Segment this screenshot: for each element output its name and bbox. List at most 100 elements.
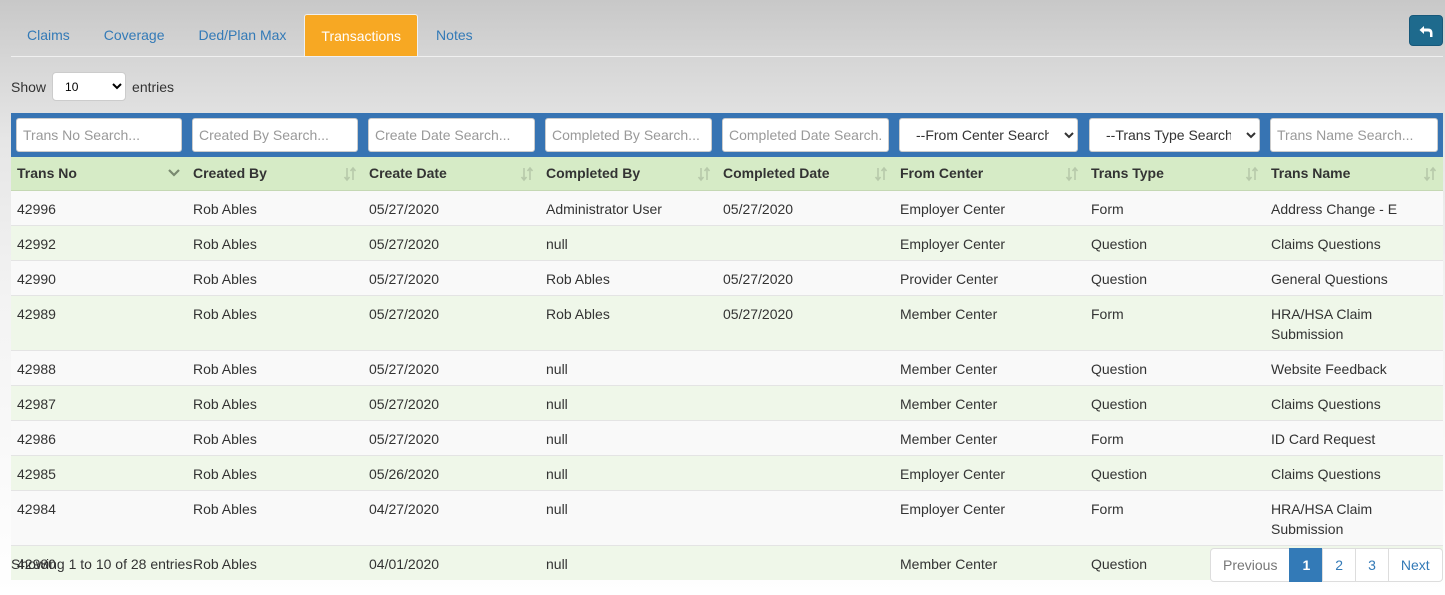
completed-by-cell: null: [540, 489, 717, 545]
sort-both-icon: [343, 166, 357, 182]
table-row[interactable]: 42988 Rob Ables 05/27/2020 null Member Cente…: [11, 349, 1443, 385]
create-date-search-input[interactable]: [368, 118, 535, 152]
column-header-completed-by[interactable]: Completed By: [540, 157, 717, 191]
trans-name-cell: Claims Questions: [1265, 454, 1443, 490]
pagination-next-button[interactable]: Next: [1387, 548, 1443, 582]
trans-name-cell: Address Change - E: [1265, 189, 1443, 225]
column-header-label: From Center: [900, 165, 984, 182]
created-by-cell: Rob Ables: [187, 294, 363, 350]
from-center-cell: Employer Center: [894, 454, 1085, 490]
transactions-table: Trans No Created By Create Date Complete…: [11, 157, 1443, 580]
column-header-created-by[interactable]: Created By: [187, 157, 363, 191]
sort-both-icon: [1245, 166, 1259, 182]
back-button[interactable]: [1409, 15, 1443, 46]
trans-no-cell: 42990: [11, 259, 187, 295]
column-filter-bar: --From Center Search-- --Trans Type Sear…: [11, 113, 1443, 157]
trans-type-cell: Question: [1085, 454, 1265, 490]
trans-no-cell: 42992: [11, 224, 187, 260]
created-by-search-input[interactable]: [192, 118, 358, 152]
column-header-from-center[interactable]: From Center: [894, 157, 1085, 191]
completed-by-cell: Administrator User: [540, 189, 717, 225]
trans-type-cell: Question: [1085, 349, 1265, 385]
from-center-search-select[interactable]: --From Center Search--: [899, 118, 1078, 152]
created-by-cell: Rob Ables: [187, 454, 363, 490]
tab-notes[interactable]: Notes: [420, 14, 489, 56]
length-control: Show 10 entries: [11, 72, 174, 101]
created-by-cell: Rob Ables: [187, 384, 363, 420]
column-header-label: Trans Name: [1271, 165, 1351, 182]
trans-no-cell: 42996: [11, 189, 187, 225]
table-row[interactable]: 42985 Rob Ables 05/26/2020 null Employer Cen…: [11, 454, 1443, 490]
completed-by-cell: null: [540, 544, 717, 580]
sort-both-icon: [697, 166, 711, 182]
table-header-row: Trans No Created By Create Date Complete…: [11, 157, 1443, 191]
column-header-trans-name[interactable]: Trans Name: [1265, 157, 1443, 191]
completed-date-cell: 05/27/2020: [717, 294, 894, 350]
trans-name-search-input[interactable]: [1270, 118, 1438, 152]
trans-name-cell: HRA/HSA Claim Submission: [1265, 294, 1443, 350]
sort-both-icon: [874, 166, 888, 182]
table-row[interactable]: 42984 Rob Ables 04/27/2020 null Employer Cen…: [11, 489, 1443, 545]
create-date-cell: 05/27/2020: [363, 259, 540, 295]
pagination-page-3[interactable]: 3: [1355, 548, 1389, 582]
create-date-cell: 05/27/2020: [363, 384, 540, 420]
tab-claims[interactable]: Claims: [11, 14, 86, 56]
trans-type-cell: Form: [1085, 189, 1265, 225]
completed-by-cell: null: [540, 384, 717, 420]
column-header-label: Create Date: [369, 165, 447, 182]
sort-both-icon: [1065, 166, 1079, 182]
created-by-cell: Rob Ables: [187, 259, 363, 295]
from-center-cell: Member Center: [894, 419, 1085, 455]
trans-type-cell: Question: [1085, 224, 1265, 260]
created-by-cell: Rob Ables: [187, 224, 363, 260]
length-label-entries: entries: [132, 78, 175, 95]
entries-per-page-select[interactable]: 10: [52, 72, 127, 101]
table-row[interactable]: 42996 Rob Ables 05/27/2020 Administrator Us…: [11, 189, 1443, 225]
table-row[interactable]: 42990 Rob Ables 05/27/2020 Rob Ables 05/27/2…: [11, 259, 1443, 295]
trans-type-search-select[interactable]: --Trans Type Search--: [1089, 118, 1260, 152]
from-center-cell: Employer Center: [894, 224, 1085, 260]
table-row[interactable]: 42989 Rob Ables 05/27/2020 Rob Ables 05/27/2…: [11, 294, 1443, 350]
pagination: Previous 1 2 3 Next: [1210, 548, 1443, 582]
column-header-completed-date[interactable]: Completed Date: [717, 157, 894, 191]
create-date-cell: 05/27/2020: [363, 224, 540, 260]
column-header-label: Trans No: [17, 165, 77, 182]
column-header-label: Completed Date: [723, 165, 830, 182]
tab-coverage[interactable]: Coverage: [88, 14, 181, 56]
trans-type-cell: Form: [1085, 419, 1265, 455]
created-by-cell: Rob Ables: [187, 419, 363, 455]
pagination-page-2[interactable]: 2: [1322, 548, 1357, 582]
completed-by-cell: null: [540, 454, 717, 490]
column-header-trans-type[interactable]: Trans Type: [1085, 157, 1265, 191]
from-center-cell: Provider Center: [894, 259, 1085, 295]
trans-no-search-input[interactable]: [16, 118, 182, 152]
sort-both-icon: [520, 166, 534, 182]
table-row[interactable]: 42987 Rob Ables 05/27/2020 null Member Cente…: [11, 384, 1443, 420]
table-row[interactable]: 42992 Rob Ables 05/27/2020 null Employer Cen…: [11, 224, 1443, 260]
sort-descending-icon: [168, 169, 180, 177]
completed-date-cell: [717, 224, 894, 260]
column-header-create-date[interactable]: Create Date: [363, 157, 540, 191]
created-by-cell: Rob Ables: [187, 189, 363, 225]
pagination-previous-button[interactable]: Previous: [1210, 548, 1291, 582]
length-label-show: Show: [11, 78, 47, 95]
create-date-cell: 04/01/2020: [363, 544, 540, 580]
transactions-table-container: Trans No Created By Create Date Complete…: [11, 157, 1443, 580]
pagination-page-1[interactable]: 1: [1289, 548, 1324, 582]
completed-date-search-input[interactable]: [722, 118, 889, 152]
completed-by-cell: null: [540, 349, 717, 385]
completed-date-cell: [717, 544, 894, 580]
trans-name-cell: General Questions: [1265, 259, 1443, 295]
trans-type-cell: Form: [1085, 489, 1265, 545]
from-center-cell: Member Center: [894, 349, 1085, 385]
completed-by-search-input[interactable]: [545, 118, 712, 152]
trans-name-cell: HRA/HSA Claim Submission: [1265, 489, 1443, 545]
completed-date-cell: [717, 454, 894, 490]
reply-arrow-icon: [1419, 25, 1433, 37]
trans-type-cell: Question: [1085, 259, 1265, 295]
tab-transactions[interactable]: Transactions: [304, 14, 419, 56]
completed-date-cell: [717, 489, 894, 545]
tab-ded-plan-max[interactable]: Ded/Plan Max: [182, 14, 302, 56]
table-row[interactable]: 42986 Rob Ables 05/27/2020 null Member Cente…: [11, 419, 1443, 455]
column-header-trans-no[interactable]: Trans No: [11, 157, 187, 191]
